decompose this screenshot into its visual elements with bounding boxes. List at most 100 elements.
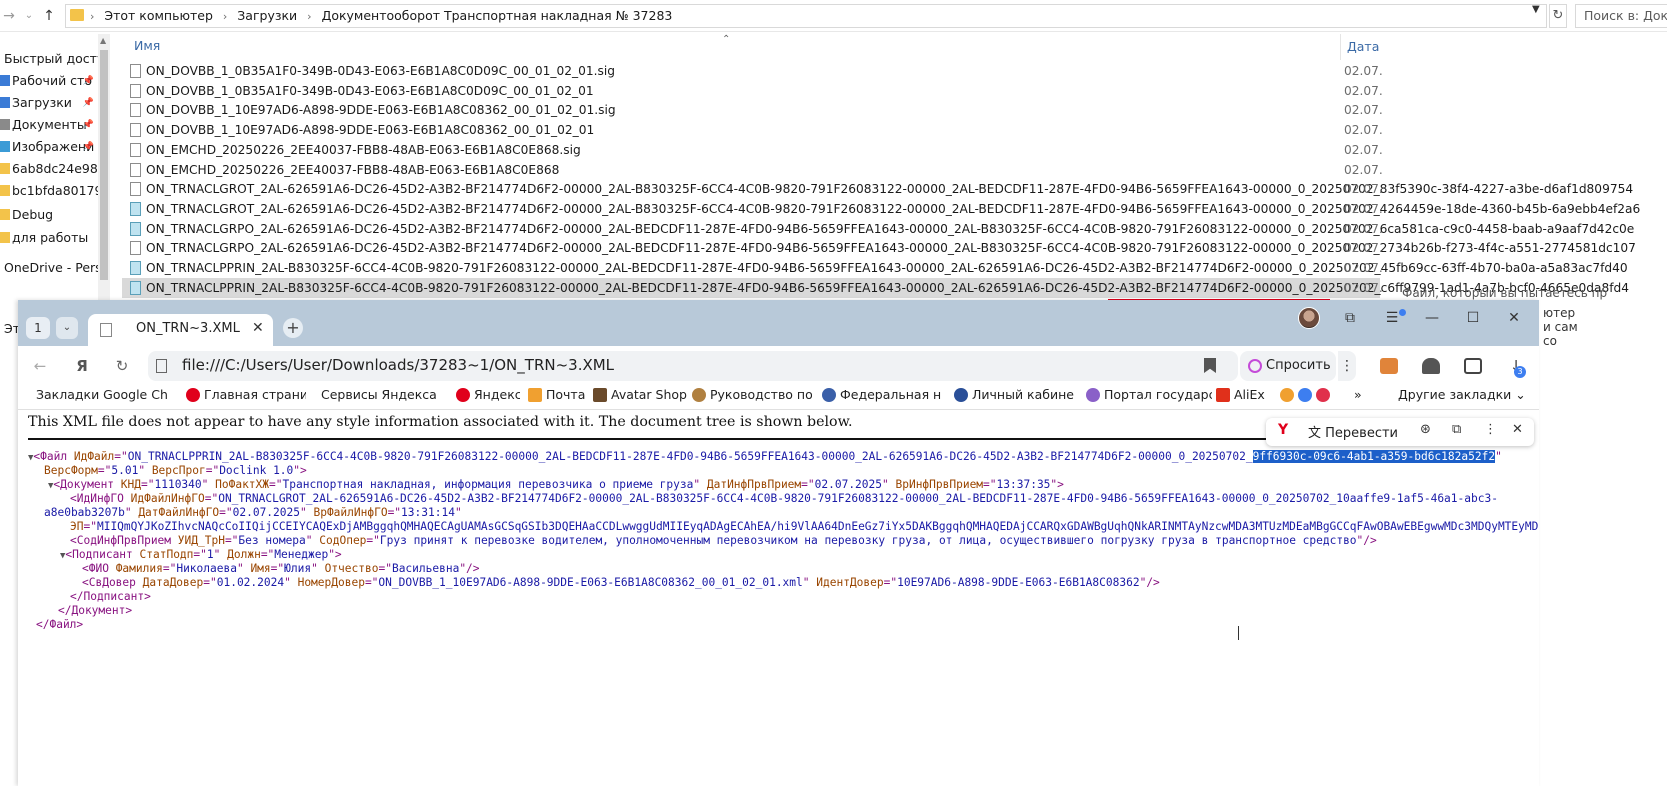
close-icon[interactable]: ✕	[252, 320, 264, 336]
nav-pane-scrollbar[interactable]: ▲	[98, 34, 110, 304]
back-arrow-icon[interactable]: ←	[28, 354, 52, 378]
reload-icon[interactable]: ↻	[110, 354, 134, 378]
file-icon	[130, 64, 141, 78]
alice-icon[interactable]: ⊛	[1420, 422, 1431, 437]
xml-attr-value: ON_TRNACLPPRIN_2AL-B830325F-6CC4-4C0B-98…	[127, 450, 1253, 463]
extension-icon[interactable]	[1464, 358, 1482, 374]
explorer-search-input[interactable]: Поиск в: Доку	[1575, 4, 1667, 28]
nav-folder[interactable]: для работы	[0, 227, 98, 249]
scroll-up-icon[interactable]: ▲	[100, 36, 106, 45]
close-icon[interactable]: ✕	[1500, 306, 1528, 330]
file-row[interactable]: ON_TRNACLPPRIN_2AL-B830325F-6CC4-4C0B-98…	[122, 258, 1628, 278]
file-row[interactable]: ON_DOVBB_1_0B35A1F0-349B-0D43-E063-E6B1A…	[122, 61, 1382, 81]
nav-folder[interactable]: bc1bfda8017949	[0, 180, 98, 202]
column-header-name[interactable]: Имя	[134, 38, 160, 53]
nav-folder[interactable]: Debug	[0, 204, 98, 226]
nav-downloads[interactable]: Загрузки 📌	[0, 92, 98, 114]
translate-button[interactable]: 文 Перевести	[1308, 422, 1398, 441]
pictures-icon	[0, 141, 10, 152]
bookmark-item[interactable]: Руководство по п	[692, 386, 812, 408]
bookmark-item[interactable]: Сервисы Яндекса ⌄	[321, 386, 441, 408]
tab-count-button[interactable]: 1	[26, 317, 50, 339]
breadcrumb-item[interactable]: Этот компьютер	[104, 8, 213, 23]
file-row[interactable]: ON_EMCHD_20250226_2EE40037-FBB8-48AB-E06…	[122, 140, 1382, 160]
maximize-icon[interactable]: ☐	[1459, 306, 1487, 330]
bookmark-item[interactable]: Яндекс	[456, 386, 520, 408]
file-date: 02.07.20	[1344, 280, 1382, 295]
scrollbar-thumb[interactable]	[100, 50, 108, 280]
bookmark-extra-icons[interactable]	[1280, 386, 1360, 408]
file-row[interactable]: ON_DOVBB_1_10E97AD6-A898-9DDE-E063-E6B1A…	[122, 100, 1382, 120]
nav-desktop[interactable]: Рабочий сто 📌	[0, 70, 98, 92]
bookmark-label: Avatar Shop	[611, 387, 687, 402]
bookmark-item[interactable]: Почта	[528, 386, 598, 408]
ask-ai-button[interactable]: Спросить	[1240, 351, 1336, 381]
bookmark-item[interactable]: Avatar Shop	[593, 386, 693, 408]
ask-label: Спросить	[1266, 358, 1331, 373]
close-icon[interactable]: ✕	[1512, 422, 1523, 437]
other-bookmarks[interactable]: Другие закладки ⌄	[1398, 386, 1528, 408]
back-arrow-icon[interactable]: →	[0, 6, 18, 26]
bookmark-item[interactable]: Федеральная нал	[822, 386, 942, 408]
folder-icon	[0, 185, 10, 196]
address-bar[interactable]: file:///C:/Users/User/Downloads/37283~1/…	[148, 351, 1238, 381]
xml-attr-value: 02.07.2025	[232, 506, 300, 519]
extension-icon[interactable]	[1380, 358, 1398, 374]
file-row[interactable]: ON_DOVBB_1_10E97AD6-A898-9DDE-E063-E6B1A…	[122, 120, 1382, 140]
xml-line: <СодИнфПрвПрием УИД_ТрН="Без номера" Сод…	[70, 534, 1377, 547]
yandex-icon[interactable]: Я	[70, 354, 94, 378]
minimize-icon[interactable]: —	[1418, 306, 1446, 330]
more-vertical-icon[interactable]: ⋮	[1484, 422, 1497, 437]
column-header-date[interactable]: Дата из	[1340, 34, 1382, 60]
file-row[interactable]: ON_TRNACLGROT_2AL-626591A6-DC26-45D2-A3B…	[122, 199, 1640, 219]
xml-line: ЭП="MIIQmQYJKoZIhvcNAQcCoIIQijCCEIYCAQEx…	[70, 520, 1539, 534]
nav-documents[interactable]: Документы 📌	[0, 114, 98, 136]
chevron-down-icon[interactable]: ⌄	[56, 317, 78, 339]
breadcrumb-item[interactable]: Загрузки	[237, 8, 297, 23]
file-icon	[100, 323, 112, 337]
bookmark-item[interactable]: Главная страница	[186, 386, 306, 408]
nav-onedrive[interactable]: OneDrive - Person	[0, 257, 98, 279]
file-name: ON_DOVBB_1_0B35A1F0-349B-0D43-E063-E6B1A…	[146, 64, 615, 78]
file-date: 02.07.20	[1344, 241, 1382, 256]
new-tab-button[interactable]: +	[283, 318, 303, 338]
refresh-icon[interactable]: ↻	[1549, 4, 1567, 28]
avatar[interactable]	[1298, 307, 1320, 329]
gosuslugi-icon	[1086, 388, 1100, 402]
pin-icon: 📌	[82, 142, 94, 152]
address-dropdown-icon[interactable]: ▼	[1532, 4, 1546, 15]
file-row[interactable]: ON_EMCHD_20250226_2EE40037-FBB8-48AB-E06…	[122, 160, 1382, 180]
xml-attr-value: Транспортная накладная, информация перев…	[282, 478, 694, 491]
file-list-header: Имя ⌃ Дата из	[122, 34, 1667, 60]
recent-chevron-icon[interactable]: ⌄	[20, 6, 38, 26]
breadcrumb-item[interactable]: Документооборот Транспортная накладная №…	[322, 8, 673, 23]
bookmark-item[interactable]: Закладки Google Ch	[36, 386, 170, 408]
more-vertical-icon[interactable]: ⋮	[1338, 351, 1356, 381]
bookmark-item[interactable]: Личный кабинет	[954, 386, 1074, 408]
bookmarks-panel-icon[interactable]: ⧉	[1336, 306, 1364, 330]
tab-active[interactable]: ON_TRN~3.XML ✕	[88, 314, 273, 346]
bookmark-item[interactable]: AliEx	[1216, 386, 1276, 408]
copy-icon[interactable]: ⧉	[1452, 422, 1461, 437]
file-icon	[156, 359, 167, 373]
up-arrow-icon[interactable]: ↑	[40, 6, 58, 26]
explorer-address-bar[interactable]: › Этот компьютер › Загрузки › Документоо…	[65, 4, 1547, 28]
nav-pictures[interactable]: Изображени 📌	[0, 136, 98, 158]
bookmark-icon[interactable]	[1204, 358, 1216, 373]
xml-attr-value: Васильевна	[391, 562, 460, 575]
extension-icon[interactable]	[1422, 358, 1440, 374]
nav-quick-access[interactable]: Быстрый доступ	[0, 48, 98, 70]
file-date: 02.07.20	[1344, 64, 1382, 78]
nav-folder[interactable]: 6ab8dc24e9814a	[0, 158, 98, 180]
xml-line: ▼<Подписант СтатПодп="1" Должн="Менеджер…	[60, 548, 342, 561]
file-row[interactable]: ON_TRNACLGROT_2AL-626591A6-DC26-45D2-A3B…	[122, 179, 1633, 199]
file-row[interactable]: ON_TRNACLGRPO_2AL-626591A6-DC26-45D2-A3B…	[122, 238, 1636, 258]
nav-this-pc[interactable]: Этот компьютер	[0, 318, 18, 340]
bookmark-item[interactable]: Портал государс	[1086, 386, 1212, 408]
url-text[interactable]: file:///C:/Users/User/Downloads/37283~1/…	[182, 356, 614, 374]
xml-attr-value: Без номера	[238, 534, 306, 547]
file-row[interactable]: ON_DOVBB_1_0B35A1F0-349B-0D43-E063-E6B1A…	[122, 81, 1382, 101]
more-bookmarks-icon[interactable]: »	[1354, 386, 1374, 408]
file-row[interactable]: ON_TRNACLPPRIN_2AL-B830325F-6CC4-4C0B-98…	[122, 277, 1629, 298]
file-row[interactable]: ON_TRNACLGRPO_2AL-626591A6-DC26-45D2-A3B…	[122, 219, 1634, 239]
